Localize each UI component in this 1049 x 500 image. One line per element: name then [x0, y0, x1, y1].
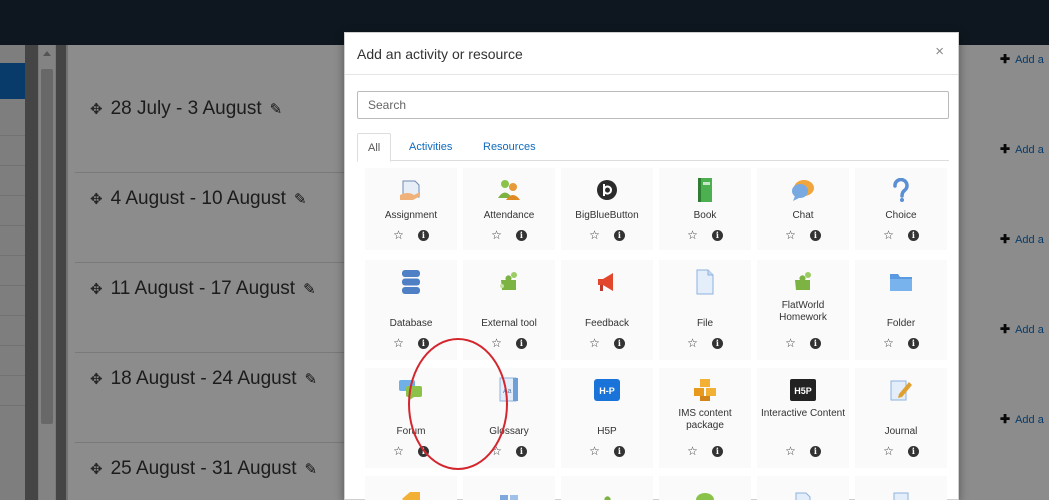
tile-assignment[interactable]: Assignment ☆ i	[365, 168, 457, 250]
info-icon[interactable]: i	[613, 230, 625, 241]
tile-choice[interactable]: Choice ☆ i	[855, 168, 947, 250]
lesson-icon	[463, 488, 555, 500]
star-icon[interactable]: ☆	[883, 445, 894, 457]
info-icon[interactable]: i	[907, 230, 919, 241]
info-icon[interactable]: i	[613, 446, 625, 457]
chooser-tabs: All Activities Resources	[357, 133, 949, 162]
star-icon[interactable]: ☆	[785, 445, 796, 457]
star-icon[interactable]: ☆	[393, 229, 404, 241]
chat-bubble-icon	[659, 488, 751, 500]
label-tag-icon	[365, 488, 457, 500]
star-icon[interactable]: ☆	[589, 229, 600, 241]
modal-title: Add an activity or resource	[357, 46, 523, 62]
journal-icon	[855, 378, 947, 402]
tile-h5p[interactable]: H-P H5P ☆ i	[561, 368, 653, 468]
tile-attendance[interactable]: Attendance ☆ i	[463, 168, 555, 250]
tile-partial[interactable]	[463, 476, 555, 500]
info-icon[interactable]: i	[907, 446, 919, 457]
bigbluebutton-icon	[561, 178, 653, 202]
star-icon[interactable]: ☆	[883, 337, 894, 349]
tile-partial[interactable]	[757, 476, 849, 500]
info-icon[interactable]: i	[809, 338, 821, 349]
tile-partial[interactable]	[659, 476, 751, 500]
tile-feedback[interactable]: Feedback ☆ i	[561, 260, 653, 360]
info-icon[interactable]: i	[711, 446, 723, 457]
ims-package-icon	[659, 378, 751, 402]
tile-partial[interactable]	[855, 476, 947, 500]
close-icon[interactable]: ×	[935, 43, 944, 60]
quiz-icon	[855, 488, 947, 500]
interactive-content-icon: H5P	[757, 378, 849, 402]
info-icon[interactable]: i	[907, 338, 919, 349]
info-icon[interactable]: i	[417, 230, 429, 241]
star-icon[interactable]: ☆	[883, 229, 894, 241]
tile-chat[interactable]: Chat ☆ i	[757, 168, 849, 250]
tile-partial[interactable]	[365, 476, 457, 500]
highlight-annotation-circle	[408, 338, 508, 470]
database-icon	[365, 270, 457, 294]
file-icon	[659, 269, 751, 295]
star-icon[interactable]: ☆	[785, 337, 796, 349]
book-icon	[659, 178, 751, 202]
star-icon[interactable]: ☆	[687, 229, 698, 241]
search-input[interactable]	[357, 91, 949, 119]
info-icon[interactable]: i	[515, 446, 527, 457]
feedback-icon	[561, 270, 653, 294]
star-icon[interactable]: ☆	[589, 445, 600, 457]
modal-header: Add an activity or resource ×	[345, 33, 958, 75]
star-icon[interactable]: ☆	[785, 229, 796, 241]
tile-ims-content-package[interactable]: IMS content package ☆ i	[659, 368, 751, 468]
star-icon[interactable]: ☆	[491, 337, 502, 349]
star-icon[interactable]: ☆	[393, 445, 404, 457]
star-icon[interactable]: ☆	[687, 337, 698, 349]
info-icon[interactable]: i	[809, 230, 821, 241]
star-icon[interactable]: ☆	[687, 445, 698, 457]
info-icon[interactable]: i	[711, 230, 723, 241]
info-icon[interactable]: i	[515, 230, 527, 241]
svg-text:H-P: H-P	[599, 386, 615, 396]
external-tool-icon	[463, 270, 555, 294]
star-icon[interactable]: ☆	[589, 337, 600, 349]
info-icon[interactable]: i	[613, 338, 625, 349]
star-icon[interactable]: ☆	[491, 229, 502, 241]
tile-journal[interactable]: Journal ☆ i	[855, 368, 947, 468]
info-icon[interactable]: i	[515, 338, 527, 349]
star-icon[interactable]: ☆	[393, 337, 404, 349]
info-icon[interactable]: i	[417, 338, 429, 349]
choice-icon	[855, 178, 947, 202]
tile-interactive-content[interactable]: H5P Interactive Content ☆ i	[757, 368, 849, 468]
tile-flatworld-homework[interactable]: FlatWorld Homework ☆ i	[757, 260, 849, 360]
h5p-logo-text: H5P	[794, 386, 812, 396]
tile-book[interactable]: Book ☆ i	[659, 168, 751, 250]
h5p-icon: H-P	[561, 378, 653, 402]
chat-icon	[757, 178, 849, 202]
assignment-icon	[365, 178, 457, 202]
tab-activities[interactable]: Activities	[399, 133, 462, 161]
tile-bigbluebutton[interactable]: BigBlueButton ☆ i	[561, 168, 653, 250]
tile-folder[interactable]: Folder ☆ i	[855, 260, 947, 360]
tile-file[interactable]: File ☆ i	[659, 260, 751, 360]
lti-icon	[561, 488, 653, 500]
page-icon	[757, 488, 849, 500]
flatworld-icon	[757, 270, 849, 294]
tab-all[interactable]: All	[357, 133, 392, 162]
tile-partial[interactable]	[561, 476, 653, 500]
info-icon[interactable]: i	[711, 338, 723, 349]
folder-icon	[855, 270, 947, 294]
info-icon[interactable]: i	[809, 446, 821, 457]
tab-resources[interactable]: Resources	[473, 133, 546, 161]
attendance-icon	[463, 178, 555, 202]
